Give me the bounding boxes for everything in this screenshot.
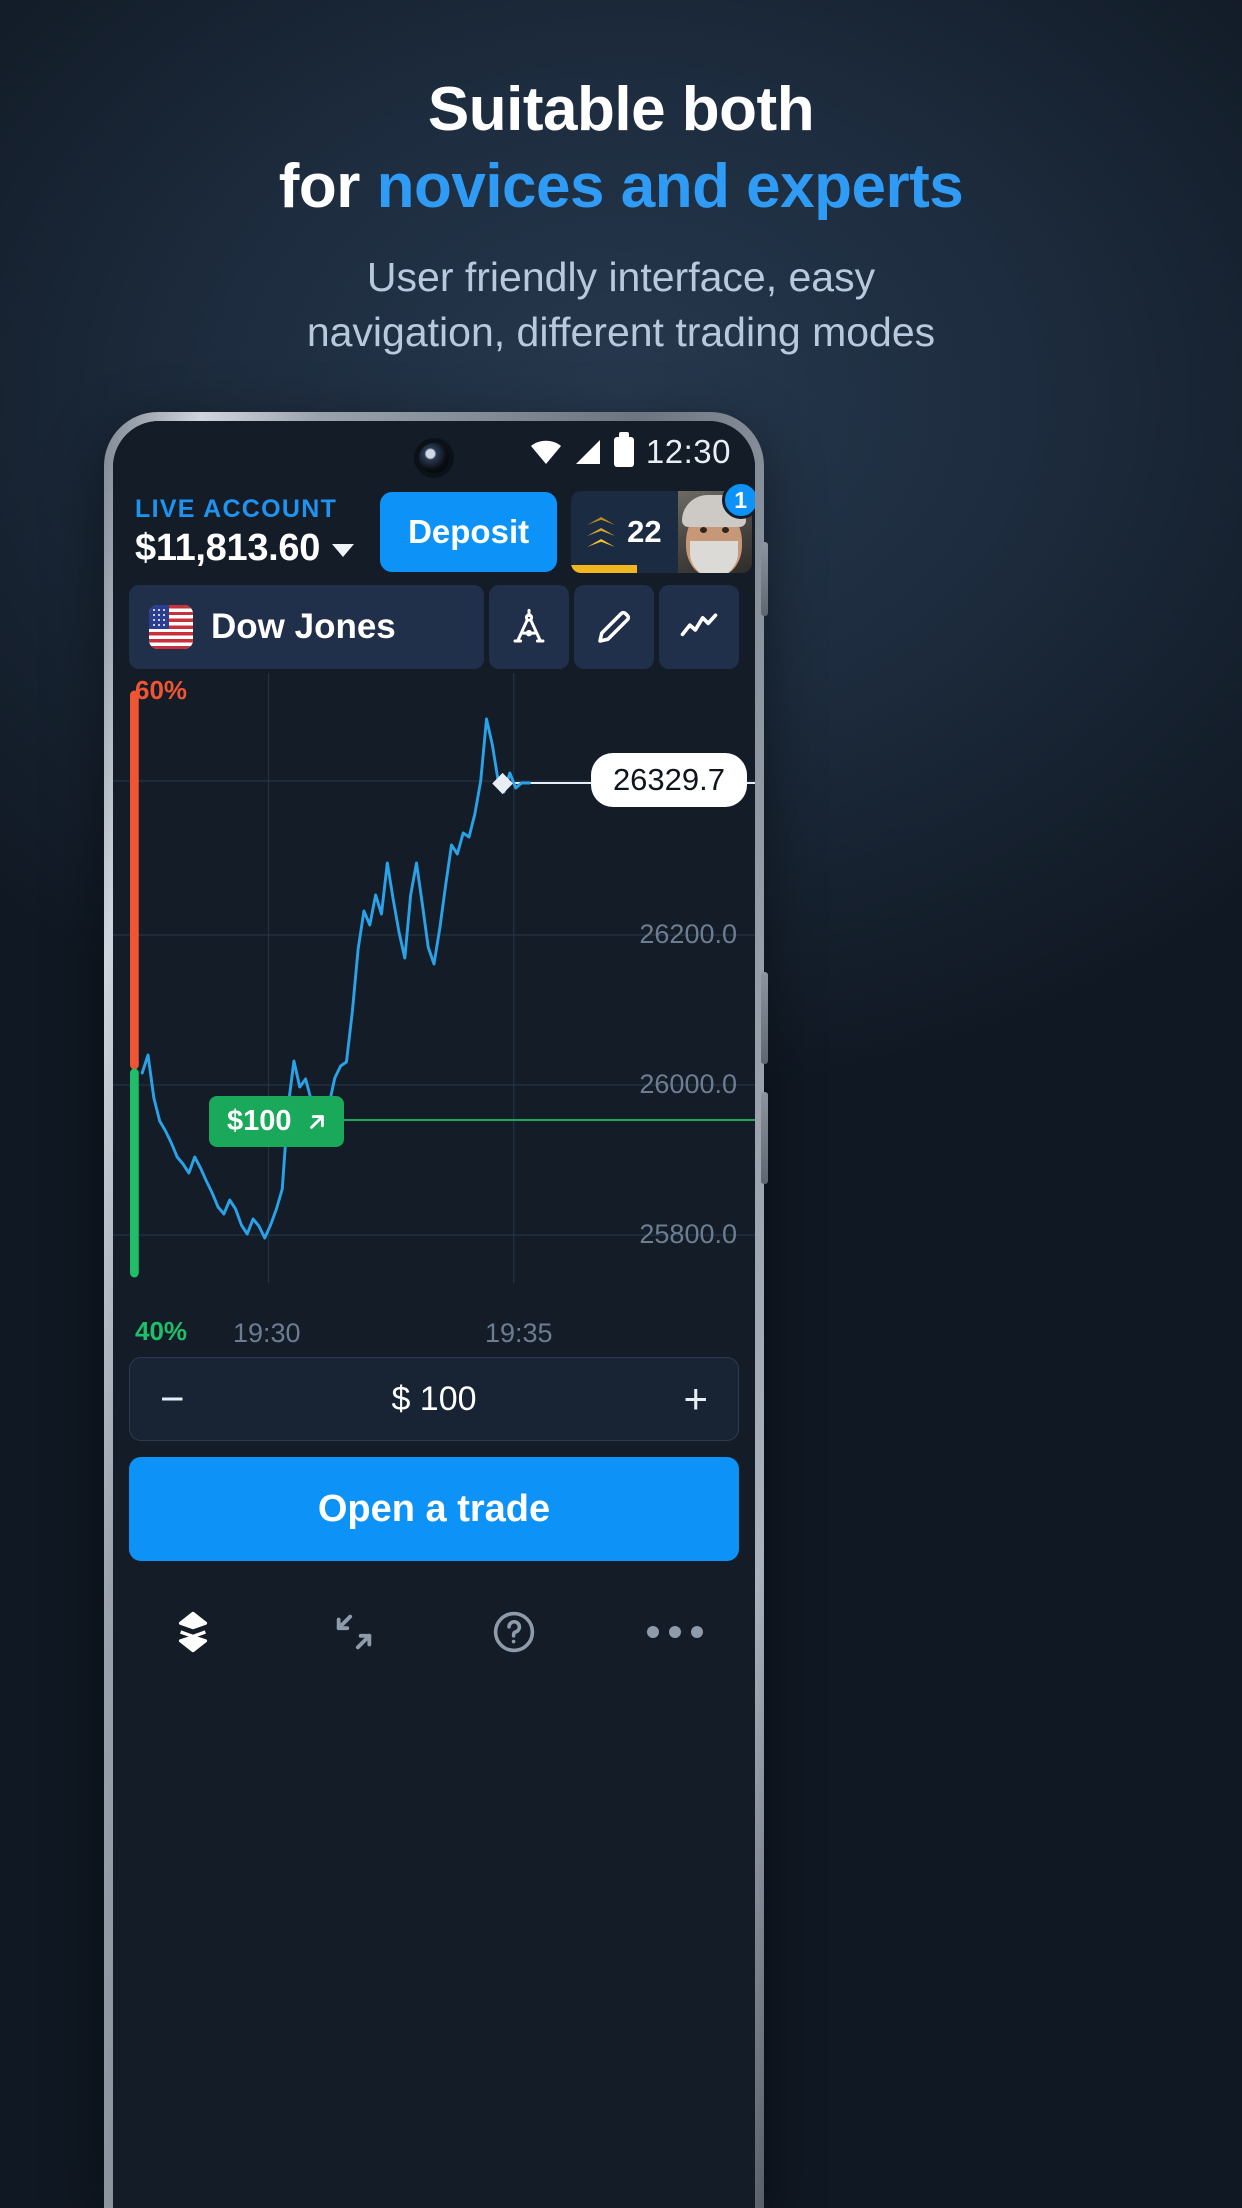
- bottom-navigation: [113, 1577, 755, 1687]
- nav-item-more[interactable]: [595, 1626, 756, 1638]
- promo-subtitle: User friendly interface, easy navigation…: [0, 250, 1242, 359]
- x-axis-tick-1: 19:30: [233, 1318, 301, 1348]
- y-axis-tick-1: 26200.0: [639, 919, 737, 949]
- line-chart-icon[interactable]: [659, 585, 739, 669]
- pencil-icon[interactable]: [574, 585, 654, 669]
- promo-headline: Suitable both for novices and experts: [0, 72, 1242, 226]
- balance-row[interactable]: $11,813.60: [135, 526, 355, 570]
- help-icon: [494, 1611, 535, 1653]
- sentiment-down-label: 40%: [135, 1316, 188, 1346]
- current-price-tag: 26329.7: [590, 753, 747, 807]
- deposit-button[interactable]: Deposit: [380, 492, 558, 572]
- instrument-bar: Dow Jones: [113, 585, 755, 669]
- rank-progress-bar: [571, 565, 638, 573]
- headline-accent: novices and experts: [376, 151, 964, 221]
- account-type-label: LIVE ACCOUNT: [135, 494, 338, 523]
- nav-item-fullscreen[interactable]: [274, 1609, 435, 1655]
- price-chart[interactable]: 60% 40% 26200.0 26000.0 25800.0 19:30 19…: [113, 673, 755, 1348]
- instrument-name: Dow Jones: [211, 607, 396, 646]
- headline-line-2: for novices and experts: [0, 149, 1242, 226]
- open-deal-amount: $100: [227, 1105, 292, 1137]
- wifi-icon: [530, 440, 561, 464]
- notification-badge[interactable]: 1: [721, 481, 755, 519]
- more-icon: [646, 1626, 703, 1638]
- battery-icon: [613, 432, 634, 467]
- nav-item-trades[interactable]: [113, 1609, 274, 1655]
- phone-screen: 12:30 LIVE ACCOUNT $11,813.60 Deposit 22: [113, 421, 755, 2208]
- profile-area[interactable]: 22 1: [571, 481, 755, 573]
- cellular-signal-icon: [575, 440, 600, 464]
- headline-prefix: for: [278, 151, 377, 221]
- volume-up-button[interactable]: [761, 972, 768, 1064]
- sentiment-up-label: 60%: [135, 675, 188, 705]
- y-axis-tick-3: 25800.0: [639, 1219, 737, 1249]
- front-camera: [419, 443, 449, 473]
- fullscreen-icon: [336, 1614, 371, 1650]
- account-balance-block[interactable]: LIVE ACCOUNT $11,813.60: [135, 494, 355, 570]
- headline-line-1: Suitable both: [427, 75, 815, 144]
- nav-item-help[interactable]: [434, 1608, 595, 1656]
- status-time: 12:30: [645, 433, 731, 470]
- trade-amount-value[interactable]: $ 100: [391, 1380, 476, 1419]
- trades-icon: [179, 1611, 208, 1653]
- decrease-amount-button[interactable]: −: [160, 1378, 185, 1420]
- account-balance: $11,813.60: [135, 526, 321, 569]
- volume-down-button[interactable]: [761, 1092, 768, 1184]
- increase-amount-button[interactable]: +: [683, 1378, 708, 1420]
- subtitle-line-2: navigation, different trading modes: [306, 308, 936, 355]
- compass-icon[interactable]: [489, 585, 569, 669]
- instrument-selector[interactable]: Dow Jones: [129, 585, 484, 669]
- open-trade-button[interactable]: Open a trade: [129, 1457, 739, 1561]
- arrow-up-right-icon: [309, 1114, 324, 1129]
- subtitle-line-1: User friendly interface, easy: [366, 254, 876, 300]
- open-deal-tag[interactable]: $100: [209, 1096, 344, 1147]
- rank-number: 22: [627, 514, 662, 549]
- power-button[interactable]: [761, 542, 768, 616]
- status-bar: 12:30: [113, 421, 755, 483]
- account-header: LIVE ACCOUNT $11,813.60 Deposit 22 1: [113, 481, 755, 585]
- trade-amount-stepper[interactable]: − $ 100 +: [129, 1357, 739, 1441]
- rank-badge[interactable]: 22: [571, 491, 678, 573]
- chevron-down-icon[interactable]: [332, 543, 355, 557]
- us-flag-icon: [149, 605, 193, 649]
- y-axis-tick-2: 26000.0: [639, 1069, 737, 1099]
- phone-mockup: 12:30 LIVE ACCOUNT $11,813.60 Deposit 22: [104, 412, 768, 2208]
- rank-chevrons-icon: [587, 517, 616, 547]
- x-axis-tick-2: 19:35: [485, 1318, 553, 1348]
